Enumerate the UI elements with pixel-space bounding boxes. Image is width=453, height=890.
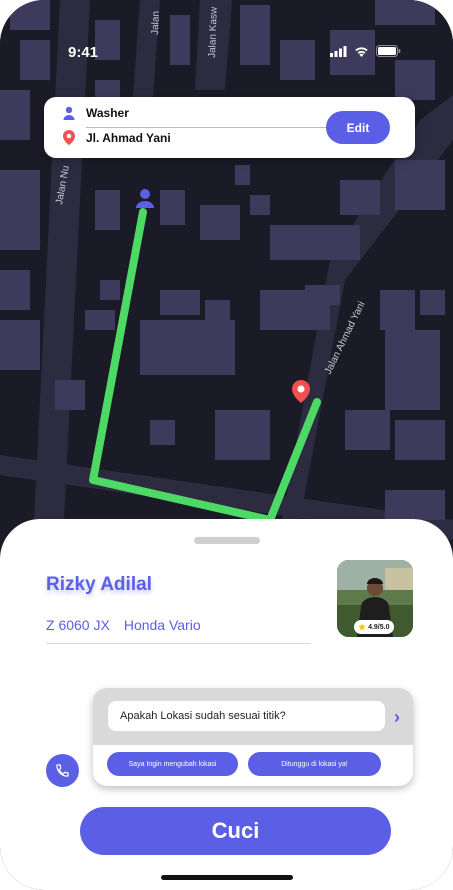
street-label: Jalan: [150, 11, 162, 35]
rating-badge: ★ 4.9/5.0: [354, 620, 394, 634]
person-icon: [63, 106, 75, 120]
divider: [86, 127, 350, 128]
rating-value: 4.9/5.0: [368, 623, 390, 631]
home-indicator: [161, 875, 293, 880]
quick-reply-change-location[interactable]: Saya Ingin mengubah lokasi: [107, 752, 238, 776]
chat-message-field[interactable]: Apakah Lokasi sudah sesuai titik?: [108, 701, 385, 731]
call-button[interactable]: [46, 754, 79, 787]
battery-icon: [376, 45, 401, 57]
destination-row[interactable]: Jl. Ahmad Yani: [62, 130, 171, 145]
driver-name: Rizky Adilal: [46, 574, 152, 595]
vehicle-info: Z 6060 JX Honda Vario: [46, 617, 201, 633]
origin-row[interactable]: Washer: [62, 106, 129, 120]
phone-icon: [56, 764, 69, 777]
vehicle-model: Honda Vario: [123, 617, 201, 633]
quick-reply-wait-at-location[interactable]: Ditunggu di lokasi ya!: [248, 752, 381, 776]
status-icons: [330, 45, 401, 57]
bottom-sheet: Rizky Adilal Z 6060 JX Honda Vario ★ 4.9…: [0, 519, 453, 890]
chat-card: Apakah Lokasi sudah sesuai titik? › Saya…: [93, 688, 413, 786]
clock: 9:41: [68, 44, 99, 61]
driver-photo[interactable]: ★ 4.9/5.0: [337, 560, 413, 637]
status-bar: 9:41: [0, 42, 453, 64]
license-plate: Z 6060 JX: [46, 617, 110, 633]
wifi-icon: [355, 46, 368, 57]
origin-label: Washer: [86, 106, 129, 120]
cuci-button[interactable]: Cuci: [80, 807, 391, 855]
edit-button[interactable]: Edit: [326, 111, 390, 144]
location-card: Washer Jl. Ahmad Yani Edit: [44, 97, 415, 158]
destination-label: Jl. Ahmad Yani: [86, 130, 171, 145]
phone-screen: Jalan Nu Jalan Jalan Kasw Jalan Ahmad Ya…: [0, 0, 453, 890]
chevron-right-icon[interactable]: ›: [394, 707, 400, 728]
divider: [46, 643, 310, 644]
drag-handle[interactable]: [194, 537, 260, 544]
signal-icon: [330, 45, 347, 57]
map-view[interactable]: Jalan Nu Jalan Jalan Kasw Jalan Ahmad Ya…: [0, 0, 453, 600]
star-icon: ★: [358, 621, 367, 632]
location-pin-icon: [63, 130, 75, 145]
